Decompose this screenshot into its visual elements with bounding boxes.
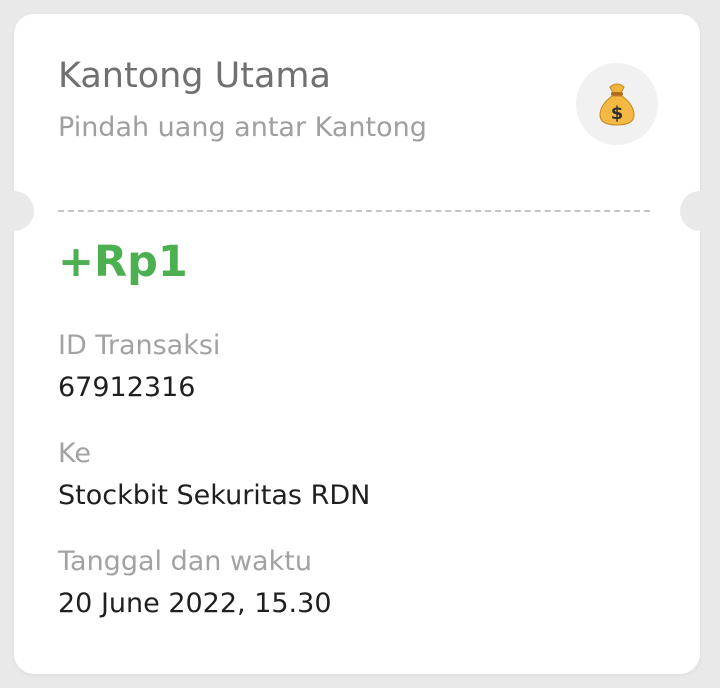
transaction-id-label: ID Transaksi: [58, 330, 221, 361]
pocket-subtitle: Pindah uang antar Kantong: [58, 112, 427, 143]
card-notch-left: [0, 191, 34, 231]
dashed-divider: [58, 210, 650, 212]
destination-label: Ke: [58, 438, 91, 469]
card-notch-right: [680, 191, 720, 231]
money-bag-badge: $: [576, 63, 658, 145]
datetime-value: 20 June 2022, 15.30: [58, 588, 332, 619]
money-bag-icon: $: [599, 83, 635, 126]
pocket-title: Kantong Utama: [58, 56, 331, 96]
destination-value: Stockbit Sekuritas RDN: [58, 480, 371, 511]
transaction-amount: +Rp1: [58, 237, 188, 287]
transaction-card: Kantong Utama Pindah uang antar Kantong …: [0, 14, 720, 674]
svg-text:$: $: [611, 103, 624, 124]
transaction-id-value: 67912316: [58, 372, 196, 403]
datetime-label: Tanggal dan waktu: [58, 546, 312, 577]
